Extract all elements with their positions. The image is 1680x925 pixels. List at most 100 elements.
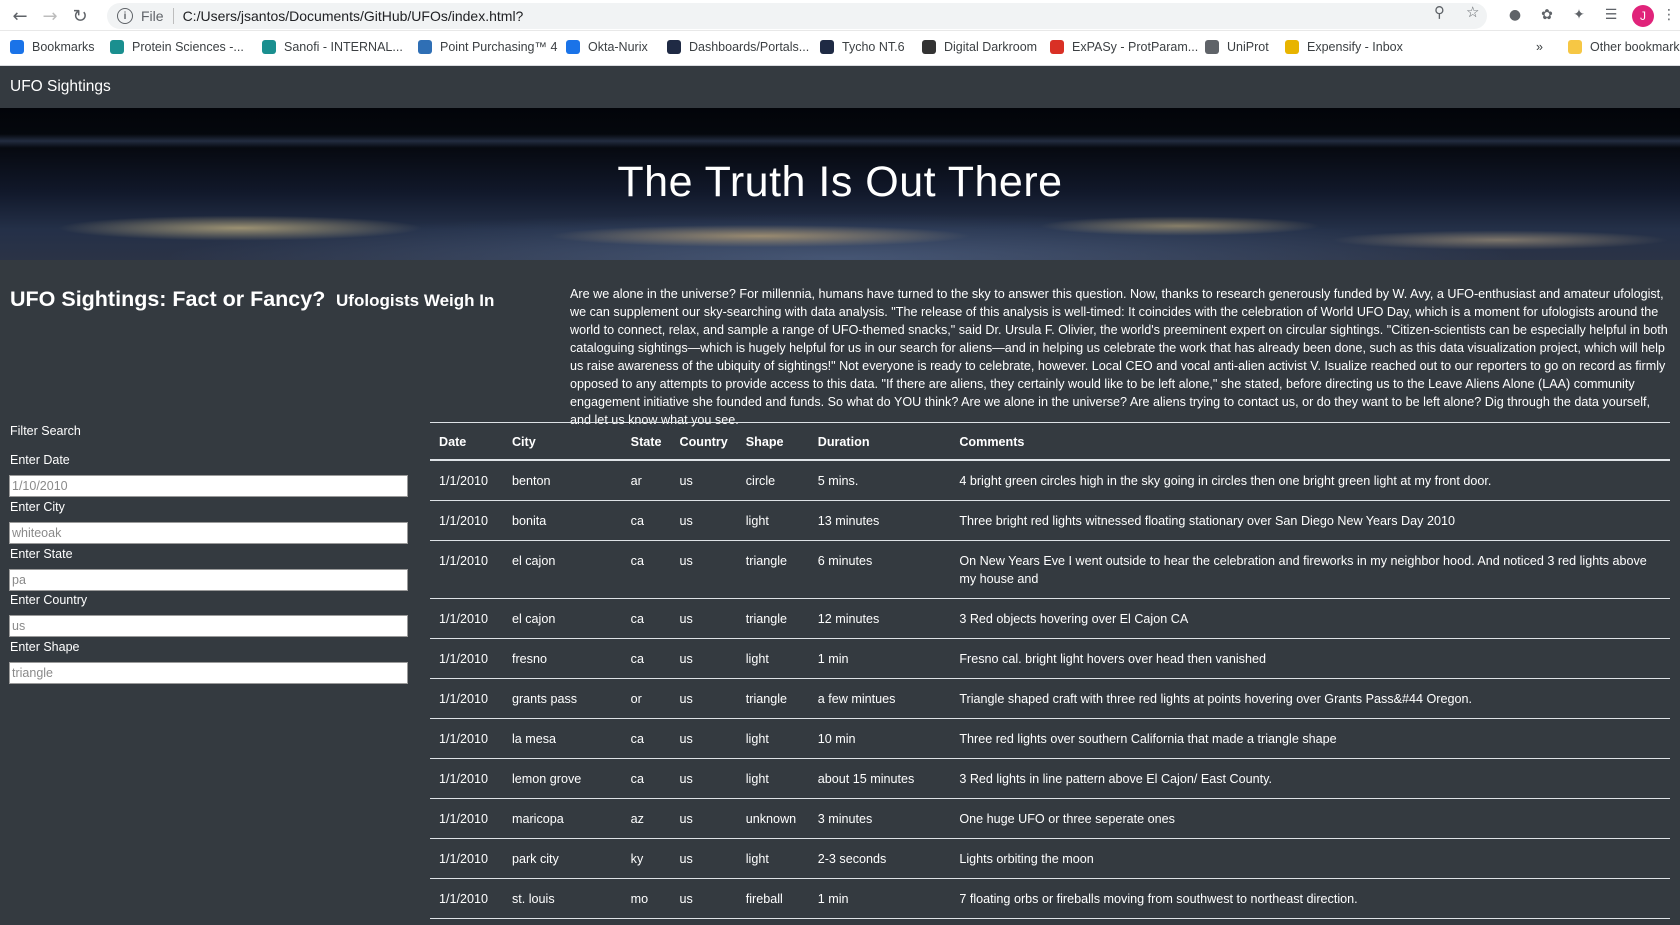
table-cell: 7 floating orbs or fireballs moving from…	[950, 878, 1670, 919]
other-bookmarks-label: Other bookmarks	[1590, 40, 1680, 54]
bookmark-item[interactable]: Digital Darkroom	[922, 40, 1037, 54]
table-cell: us	[670, 758, 737, 799]
bookmark-item[interactable]: Protein Sciences -...	[110, 40, 244, 54]
column-header[interactable]: Shape	[736, 422, 809, 461]
table-cell: az	[621, 798, 671, 839]
bookmark-label: Dashboards/Portals...	[689, 40, 810, 54]
table-cell: ar	[621, 459, 671, 501]
table-row: 1/1/2010 lemon grove ca us light about 15 min…	[430, 758, 1670, 799]
bookmark-favicon-icon	[418, 40, 432, 54]
table-row: 1/1/2010 el cajon ca us triangle 6 minutes On …	[430, 540, 1670, 599]
address-bar[interactable]: i File C:/Users/jsantos/Documents/GitHub…	[107, 3, 1487, 29]
column-header[interactable]: City	[502, 422, 622, 461]
forward-button[interactable]: →	[38, 4, 62, 28]
filter-label: Enter State	[10, 547, 73, 561]
back-button[interactable]: ←	[8, 4, 32, 28]
bookmark-favicon-icon	[1050, 40, 1064, 54]
table-cell: st. louis	[502, 878, 622, 919]
column-header[interactable]: Date	[430, 422, 503, 461]
info-icon[interactable]: i	[117, 8, 133, 24]
bookmark-item[interactable]: Dashboards/Portals...	[667, 40, 809, 54]
bookmark-item[interactable]: Point Purchasing™ 4	[418, 40, 557, 54]
country-filter-input[interactable]	[9, 615, 408, 637]
table-cell: ca	[621, 918, 671, 925]
table-cell: 6 minutes	[808, 540, 951, 599]
bookmark-item[interactable]: Okta-Nurix	[566, 40, 648, 54]
table-cell: Three bright red lights witnessed floati…	[950, 500, 1670, 541]
table-cell: us	[670, 598, 737, 639]
reload-button[interactable]: ↻	[68, 4, 92, 28]
table-cell: mo	[621, 878, 671, 919]
table-cell: triangle	[736, 540, 809, 599]
table-cell: ca	[621, 718, 671, 759]
profile-avatar[interactable]: J	[1632, 5, 1654, 27]
url-text[interactable]: C:/Users/jsantos/Documents/GitHub/UFOs/i…	[183, 8, 524, 24]
table-cell: Three red lights over the San Diego area…	[950, 918, 1670, 925]
table-cell: ky	[621, 838, 671, 879]
hero-atmosphere-band	[0, 134, 1680, 148]
bookmark-favicon-icon	[667, 40, 681, 54]
column-header[interactable]: Comments	[950, 422, 1670, 461]
bookmark-label: Digital Darkroom	[944, 40, 1038, 54]
hero-title: The Truth Is Out There	[617, 158, 1063, 206]
column-header[interactable]: Country	[670, 422, 737, 461]
table-cell: 1/1/2010	[430, 598, 503, 639]
table-cell: light	[736, 638, 809, 679]
shape-filter-input[interactable]	[9, 662, 408, 684]
date-filter-input[interactable]	[9, 475, 408, 497]
table-cell: about 15 minutes	[808, 758, 951, 799]
bookmark-item[interactable]: Sanofi - INTERNAL...	[262, 40, 403, 54]
extensions-puzzle-icon[interactable]: ✦	[1568, 4, 1590, 26]
page-heading-sub: Ufologists Weigh In	[336, 291, 495, 310]
page-heading-main: UFO Sightings: Fact or Fancy?	[10, 287, 326, 311]
hero-jumbotron: The Truth Is Out There	[0, 108, 1680, 260]
bookmark-label: Bookmarks	[32, 40, 95, 54]
bookmark-item[interactable]: UniProt	[1205, 40, 1269, 54]
menu-kebab-icon[interactable]: ⋮	[1660, 4, 1678, 26]
table-cell: us	[670, 918, 737, 925]
table-cell: formation	[736, 918, 809, 925]
filter-label: Enter City	[10, 500, 65, 514]
extension-shield-icon[interactable]: ●	[1504, 4, 1526, 26]
other-bookmarks-folder[interactable]: Other bookmarks	[1568, 40, 1680, 54]
extension-paw-icon[interactable]: ✿	[1536, 4, 1558, 26]
bookmark-favicon-icon	[110, 40, 124, 54]
chevron-double-right-icon: »	[1536, 40, 1543, 54]
folder-icon	[1568, 40, 1582, 54]
table-cell: 1/1/2010	[430, 878, 503, 919]
table-cell: 3 minutes	[808, 798, 951, 839]
bookmark-label: Tycho NT.6	[842, 40, 905, 54]
table-cell: light	[736, 718, 809, 759]
bookmark-item[interactable]: Expensify - Inbox	[1285, 40, 1403, 54]
table-cell: Lights orbiting the moon	[950, 838, 1670, 879]
arrow-right-icon: →	[42, 5, 58, 27]
table-cell: us	[670, 459, 737, 501]
reading-list-icon[interactable]: ☰	[1600, 4, 1622, 26]
table-cell: bonita	[502, 500, 622, 541]
city-filter-input[interactable]	[9, 522, 408, 544]
table-row: 1/1/2010 el cajon ca us triangle 12 minutes 3 …	[430, 598, 1670, 639]
bookmark-item[interactable]: Bookmarks	[10, 40, 95, 54]
table-cell: us	[670, 540, 737, 599]
table-cell: triangle	[736, 598, 809, 639]
bookmark-label: Protein Sciences -...	[132, 40, 244, 54]
column-header[interactable]: State	[621, 422, 671, 461]
table-cell: 1 min	[808, 878, 951, 919]
table-cell: 1/1/2010	[430, 638, 503, 679]
navbar-brand-link[interactable]: UFO Sightings	[10, 78, 111, 96]
column-header[interactable]: Duration	[808, 422, 951, 461]
bookmark-favicon-icon	[1205, 40, 1219, 54]
table-cell: us	[670, 500, 737, 541]
bookmark-item[interactable]: Tycho NT.6	[820, 40, 905, 54]
star-icon[interactable]: ☆	[1466, 3, 1479, 21]
state-filter-input[interactable]	[9, 569, 408, 591]
table-cell: 1/1/2010	[430, 678, 503, 719]
table-cell: Triangle shaped craft with three red lig…	[950, 678, 1670, 719]
table-cell: 1/1/2010	[430, 540, 503, 599]
site-navbar: UFO Sightings	[0, 66, 1680, 108]
zoom-icon[interactable]: ⚲	[1434, 3, 1445, 21]
table-cell: 15 min.	[808, 918, 951, 925]
bookmark-item[interactable]: ExPASy - ProtParam...	[1050, 40, 1198, 54]
bookmarks-overflow-button[interactable]: »	[1536, 40, 1543, 54]
table-cell: benton	[502, 459, 622, 501]
